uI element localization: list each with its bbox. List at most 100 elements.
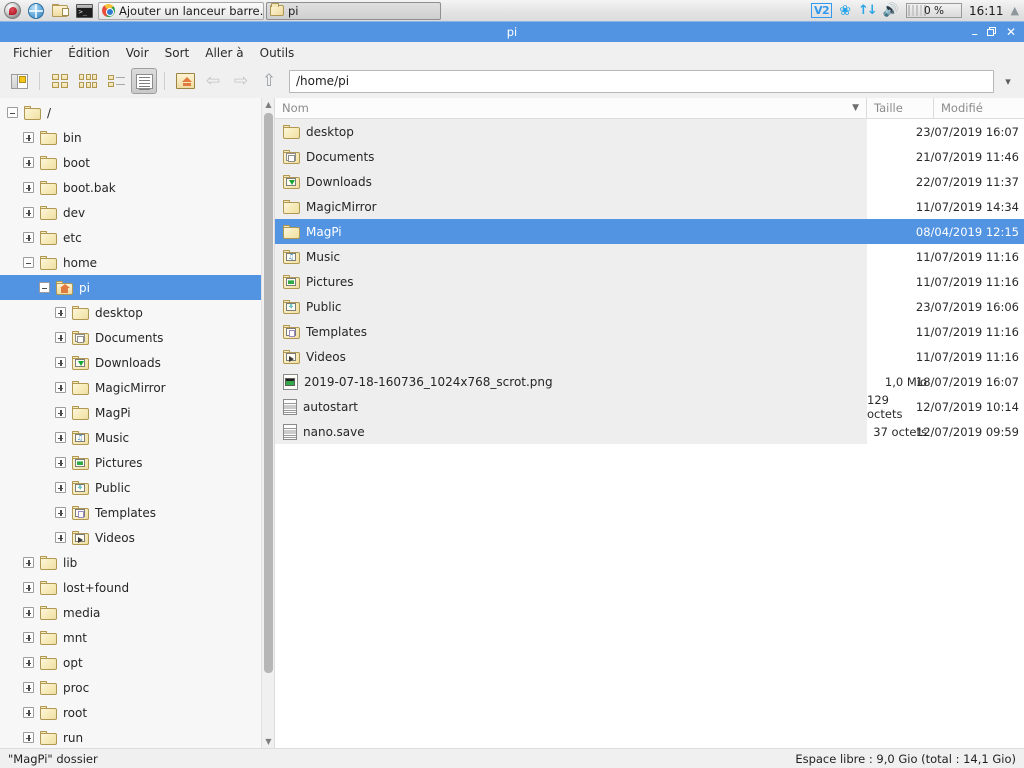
chevron-down-icon[interactable]: ▼: [852, 103, 859, 113]
file-name-cell[interactable]: Documents: [275, 144, 867, 169]
expand-toggle-icon[interactable]: [22, 581, 35, 594]
view-compact-button[interactable]: [75, 68, 101, 94]
tree-item-root[interactable]: root: [0, 700, 274, 725]
eject-icon[interactable]: ▲: [1011, 5, 1019, 16]
expand-toggle-icon[interactable]: [22, 206, 35, 219]
menu-voir[interactable]: Voir: [119, 44, 156, 62]
terminal-launcher[interactable]: [72, 0, 96, 22]
menu-sort[interactable]: Sort: [158, 44, 197, 62]
table-row[interactable]: MagicMirror 11/07/2019 14:34: [275, 194, 1024, 219]
table-row[interactable]: ⚘ Public 23/07/2019 16:06: [275, 294, 1024, 319]
taskbar-window-button-pi[interactable]: pi: [266, 1, 441, 20]
tree-item-pictures[interactable]: Pictures: [0, 450, 274, 475]
file-name-cell[interactable]: nano.save: [275, 419, 867, 444]
tree-item-home[interactable]: home: [0, 250, 274, 275]
tree-item-public[interactable]: ⚘ Public: [0, 475, 274, 500]
go-back-button[interactable]: ⇦: [200, 68, 226, 94]
file-name-cell[interactable]: ⚘ Public: [275, 294, 867, 319]
raspberry-menu-button[interactable]: [0, 0, 24, 22]
tree-item-templates[interactable]: Templates: [0, 500, 274, 525]
file-manager-launcher[interactable]: [48, 0, 72, 22]
web-browser-launcher[interactable]: [24, 0, 48, 22]
file-name-cell[interactable]: ♫ Music: [275, 244, 867, 269]
tree-item-pi[interactable]: pi: [0, 275, 274, 300]
tree-item-lib[interactable]: lib: [0, 550, 274, 575]
speaker-icon[interactable]: 🔊: [883, 4, 899, 17]
table-row[interactable]: MagPi 08/04/2019 12:15: [275, 219, 1024, 244]
expand-toggle-icon[interactable]: [22, 556, 35, 569]
tree-item-proc[interactable]: proc: [0, 675, 274, 700]
file-name-cell[interactable]: MagicMirror: [275, 194, 867, 219]
network-updown-icon[interactable]: ↑↓: [858, 4, 878, 17]
file-name-cell[interactable]: Videos: [275, 344, 867, 369]
expand-toggle-icon[interactable]: [22, 131, 35, 144]
tree-scrollbar[interactable]: ▲ ▼: [261, 98, 274, 748]
expand-toggle-icon[interactable]: [54, 356, 67, 369]
table-row[interactable]: Downloads 22/07/2019 11:37: [275, 169, 1024, 194]
tree-item-run[interactable]: run: [0, 725, 274, 748]
expand-toggle-icon[interactable]: [22, 231, 35, 244]
view-detailed-list-button[interactable]: [131, 68, 157, 94]
table-row[interactable]: nano.save 37 octets 12/07/2019 09:59: [275, 419, 1024, 444]
cpu-monitor[interactable]: 0 %: [905, 3, 962, 18]
view-icons-button[interactable]: [47, 68, 73, 94]
vnc-server-icon[interactable]: V2: [811, 3, 833, 18]
chevron-down-icon[interactable]: ▾: [1000, 75, 1016, 88]
file-name-cell[interactable]: Pictures: [275, 269, 867, 294]
scrollbar-thumb[interactable]: [264, 113, 273, 673]
file-name-cell[interactable]: 2019-07-18-160736_1024x768_scrot.png: [275, 369, 867, 394]
expand-toggle-icon[interactable]: [54, 531, 67, 544]
tree-item--[interactable]: /: [0, 100, 274, 125]
collapse-toggle-icon[interactable]: [22, 256, 35, 269]
go-up-button[interactable]: ⇧: [256, 68, 282, 94]
tree-item-magicmirror[interactable]: MagicMirror: [0, 375, 274, 400]
tree-item-lost-found[interactable]: lost+found: [0, 575, 274, 600]
file-name-cell[interactable]: Downloads: [275, 169, 867, 194]
expand-toggle-icon[interactable]: [22, 681, 35, 694]
tree-item-videos[interactable]: Videos: [0, 525, 274, 550]
tree-item-media[interactable]: media: [0, 600, 274, 625]
table-row[interactable]: ♫ Music 11/07/2019 11:16: [275, 244, 1024, 269]
column-header-size[interactable]: Taille: [867, 98, 934, 118]
window-titlebar[interactable]: pi – ✕: [0, 22, 1024, 42]
menu-aller-a[interactable]: Aller à: [198, 44, 250, 62]
expand-toggle-icon[interactable]: [22, 731, 35, 744]
tree-item-downloads[interactable]: Downloads: [0, 350, 274, 375]
file-name-cell[interactable]: desktop: [275, 119, 867, 144]
toggle-sidebar-button[interactable]: [6, 68, 32, 94]
table-row[interactable]: Pictures 11/07/2019 11:16: [275, 269, 1024, 294]
go-home-button[interactable]: [172, 68, 198, 94]
close-button[interactable]: ✕: [1006, 26, 1016, 38]
expand-toggle-icon[interactable]: [22, 631, 35, 644]
expand-toggle-icon[interactable]: [54, 381, 67, 394]
expand-toggle-icon[interactable]: [22, 156, 35, 169]
expand-toggle-icon[interactable]: [22, 656, 35, 669]
expand-toggle-icon[interactable]: [54, 331, 67, 344]
tree-item-desktop[interactable]: desktop: [0, 300, 274, 325]
tree-item-etc[interactable]: etc: [0, 225, 274, 250]
scroll-down-arrow[interactable]: ▼: [262, 735, 274, 748]
menu-fichier[interactable]: Fichier: [6, 44, 59, 62]
expand-toggle-icon[interactable]: [54, 431, 67, 444]
tree-item-opt[interactable]: opt: [0, 650, 274, 675]
file-name-cell[interactable]: Templates: [275, 319, 867, 344]
expand-toggle-icon[interactable]: [22, 706, 35, 719]
tree-item-magpi[interactable]: MagPi: [0, 400, 274, 425]
minimize-button[interactable]: –: [971, 28, 978, 41]
bluetooth-icon[interactable]: ❀: [839, 4, 851, 18]
expand-toggle-icon[interactable]: [22, 181, 35, 194]
tree-item-music[interactable]: ♫ Music: [0, 425, 274, 450]
expand-toggle-icon[interactable]: [54, 406, 67, 419]
restore-button[interactable]: [986, 27, 997, 37]
taskbar-window-button-launcher[interactable]: Ajouter un lanceur barre…: [98, 1, 264, 20]
table-row[interactable]: autostart 129 octets 12/07/2019 10:14: [275, 393, 1024, 421]
path-input[interactable]: /home/pi: [289, 69, 994, 93]
tree-item-boot[interactable]: boot: [0, 150, 274, 175]
expand-toggle-icon[interactable]: [22, 606, 35, 619]
menu-outils[interactable]: Outils: [253, 44, 302, 62]
table-row[interactable]: Templates 11/07/2019 11:16: [275, 319, 1024, 344]
expand-toggle-icon[interactable]: [54, 481, 67, 494]
column-header-name[interactable]: Nom ▼: [275, 98, 867, 118]
file-name-cell[interactable]: MagPi: [275, 219, 867, 244]
go-forward-button[interactable]: ⇨: [228, 68, 254, 94]
